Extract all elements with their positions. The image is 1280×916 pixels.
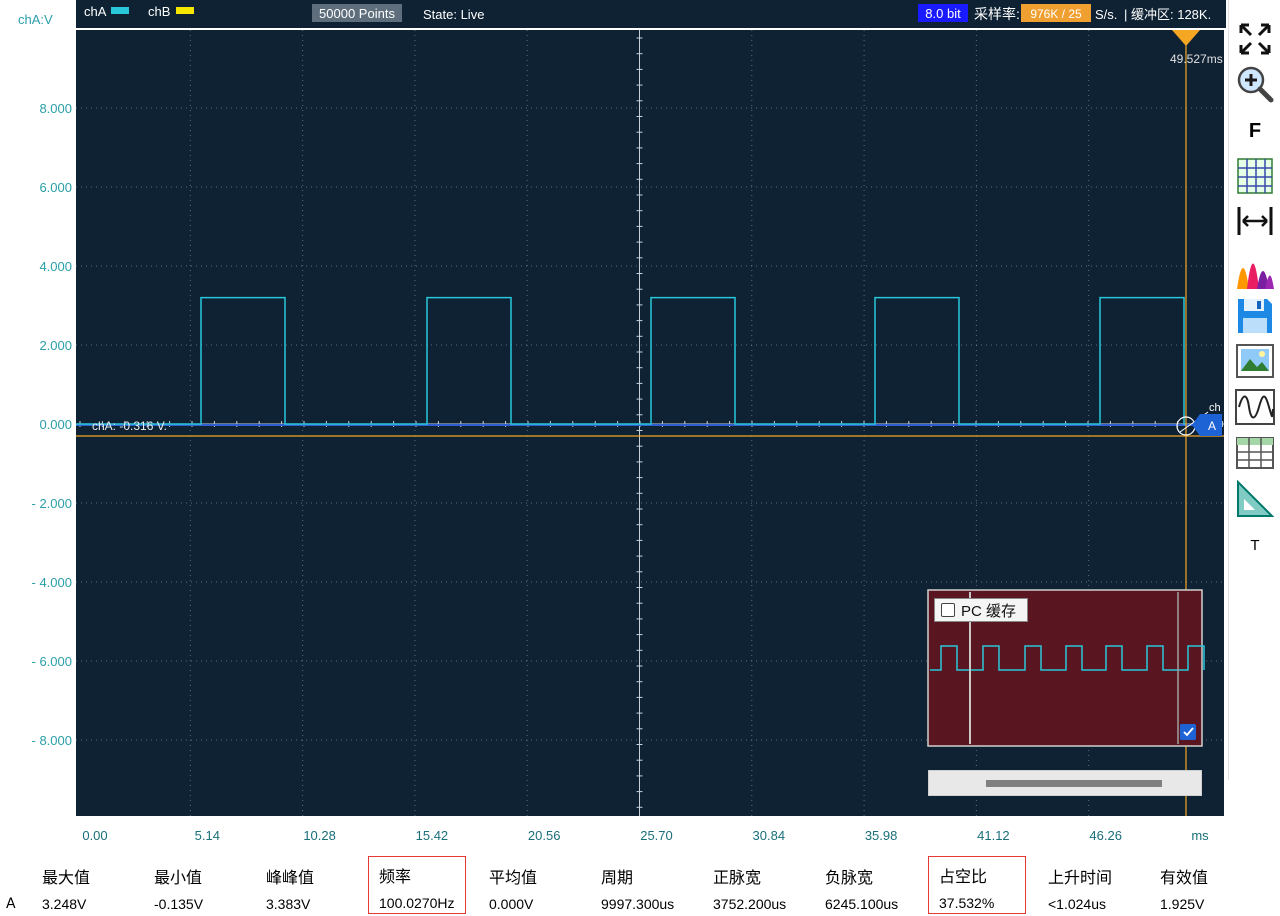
measurement-label: 峰峰值 (266, 870, 315, 887)
measurement-table: 最大值 3.248V 最小值 -0.135V 峰峰值 3.383V 频率 100.0270Hz… (0, 856, 1280, 916)
measurement-column[interactable]: 峰峰值 3.383V (258, 856, 370, 914)
spectrum-icon[interactable] (1233, 250, 1277, 292)
preview-check-icon[interactable] (1180, 724, 1196, 740)
ruler-icon[interactable] (1233, 478, 1277, 520)
measurement-value: 100.0270Hz (379, 895, 455, 911)
pc-cache-label: PC 缓存 (961, 602, 1017, 620)
measurement-column[interactable]: 有效值 1.925V (1152, 856, 1264, 914)
y-axis-label: chA:V (18, 12, 53, 27)
x-unit-label: ms (1191, 828, 1209, 843)
measurement-column[interactable]: 频率 100.0270Hz (368, 856, 466, 914)
sample-rate-unit: S/s. (1095, 7, 1117, 22)
x-tick-label: 10.28 (303, 828, 336, 843)
channel-b-label: chB (148, 4, 170, 19)
y-tick-label: 8.000 (39, 101, 72, 116)
measurement-label: 负脉宽 (825, 870, 874, 887)
measurement-label: 占空比 (939, 869, 988, 886)
x-tick-label: 0.00 (82, 828, 107, 843)
x-tick-label: 35.98 (865, 828, 898, 843)
measurement-label: 有效值 (1160, 870, 1209, 887)
y-tick-label: 4.000 (39, 259, 72, 274)
measurement-label: 正脉宽 (713, 870, 762, 887)
measurement-column[interactable]: 周期 9997.300us (593, 856, 705, 914)
channel-a-swatch (111, 7, 129, 14)
measurement-column[interactable]: 最小值 -0.135V (146, 856, 258, 914)
measurement-column[interactable]: 最大值 3.248V (34, 856, 146, 914)
channel-b-swatch (176, 7, 194, 14)
measurement-label: 周期 (601, 870, 634, 887)
waveform-icon[interactable] (1233, 386, 1277, 428)
channel-tag-small: ch (1209, 402, 1221, 414)
x-tick-label: 25.70 (640, 828, 673, 843)
measurement-column[interactable]: 正脉宽 3752.200us (705, 856, 817, 914)
x-tick-label: 5.14 (195, 828, 220, 843)
scrollbar-thumb[interactable] (986, 780, 1162, 787)
y-tick-label: 2.000 (39, 338, 72, 353)
f-button[interactable]: F (1233, 110, 1277, 152)
points-label: 50000 Points (319, 6, 395, 21)
measurement-value: 9997.300us (601, 896, 675, 912)
measurement-column[interactable]: 上升时间 <1.024us (1040, 856, 1152, 914)
measurement-value: 1.925V (1160, 896, 1205, 912)
horizontal-measure-icon[interactable] (1233, 200, 1277, 242)
x-tick-label: 20.56 (528, 828, 561, 843)
x-tick-label: 41.12 (977, 828, 1010, 843)
right-toolbar: F T (1228, 0, 1280, 780)
measurement-column[interactable]: 平均值 0.000V (481, 856, 593, 914)
screenshot-icon[interactable] (1233, 340, 1277, 382)
measurement-value: 37.532% (939, 895, 995, 911)
y-tick-label: - 4.000 (32, 575, 72, 590)
y-tick-label: - 6.000 (32, 654, 72, 669)
pc-cache-checkbox[interactable]: PC 缓存 (934, 598, 1028, 622)
channel-tag: A (1208, 419, 1216, 433)
grid-icon[interactable] (1233, 155, 1277, 197)
measurement-value: <1.024us (1048, 896, 1106, 912)
trigger-time-label: 49.527ms (1170, 52, 1223, 66)
oscilloscope-screen[interactable]: 8.000 6.000 4.000 2.000 0.000 - 2.000 - 4.000 -… (0, 0, 1228, 856)
x-tick-label: 46.26 (1089, 828, 1122, 843)
table-icon[interactable] (1233, 432, 1277, 474)
measurement-channel: A (6, 896, 16, 912)
y-tick-label: 6.000 (39, 180, 72, 195)
measurement-label: 平均值 (489, 870, 538, 887)
save-icon[interactable] (1233, 295, 1277, 337)
state-label: State: Live (423, 7, 484, 22)
measurement-label: 最小值 (154, 870, 203, 887)
measurement-value: 0.000V (489, 896, 534, 912)
text-button[interactable]: T (1233, 524, 1277, 566)
zoom-in-icon[interactable] (1233, 63, 1277, 105)
preview-scrollbar[interactable] (928, 770, 1202, 796)
bit-depth-label: 8.0 bit (925, 6, 961, 21)
y-tick-label: 0.000 (39, 417, 72, 432)
x-tick-label: 15.42 (416, 828, 449, 843)
measurement-value: -0.135V (154, 896, 204, 912)
measurement-value: 3.248V (42, 896, 87, 912)
measurement-value: 3752.200us (713, 896, 787, 912)
buffer-label: | 缓冲区: 128K. (1124, 7, 1211, 22)
sample-rate-value: 976K / 25 (1030, 7, 1082, 21)
measurement-value: 3.383V (266, 896, 311, 912)
measurement-label: 上升时间 (1048, 870, 1113, 887)
measurement-column[interactable]: 负脉宽 6245.100us (817, 856, 929, 914)
measurement-label: 最大值 (42, 870, 91, 887)
y-tick-label: - 2.000 (32, 496, 72, 511)
x-tick-label: 30.84 (753, 828, 786, 843)
channel-a-label: chA (84, 4, 107, 19)
y-tick-label: - 8.000 (32, 733, 72, 748)
measurement-column[interactable]: 占空比 37.532% (928, 856, 1026, 914)
fullscreen-icon[interactable] (1233, 18, 1277, 60)
measurement-label: 频率 (379, 869, 412, 886)
measurement-value: 6245.100us (825, 896, 899, 912)
sample-rate-label: 采样率: (974, 6, 1020, 22)
checkbox-icon[interactable] (941, 603, 955, 617)
channel-level-label: chA: -0.316 V. (92, 419, 167, 433)
